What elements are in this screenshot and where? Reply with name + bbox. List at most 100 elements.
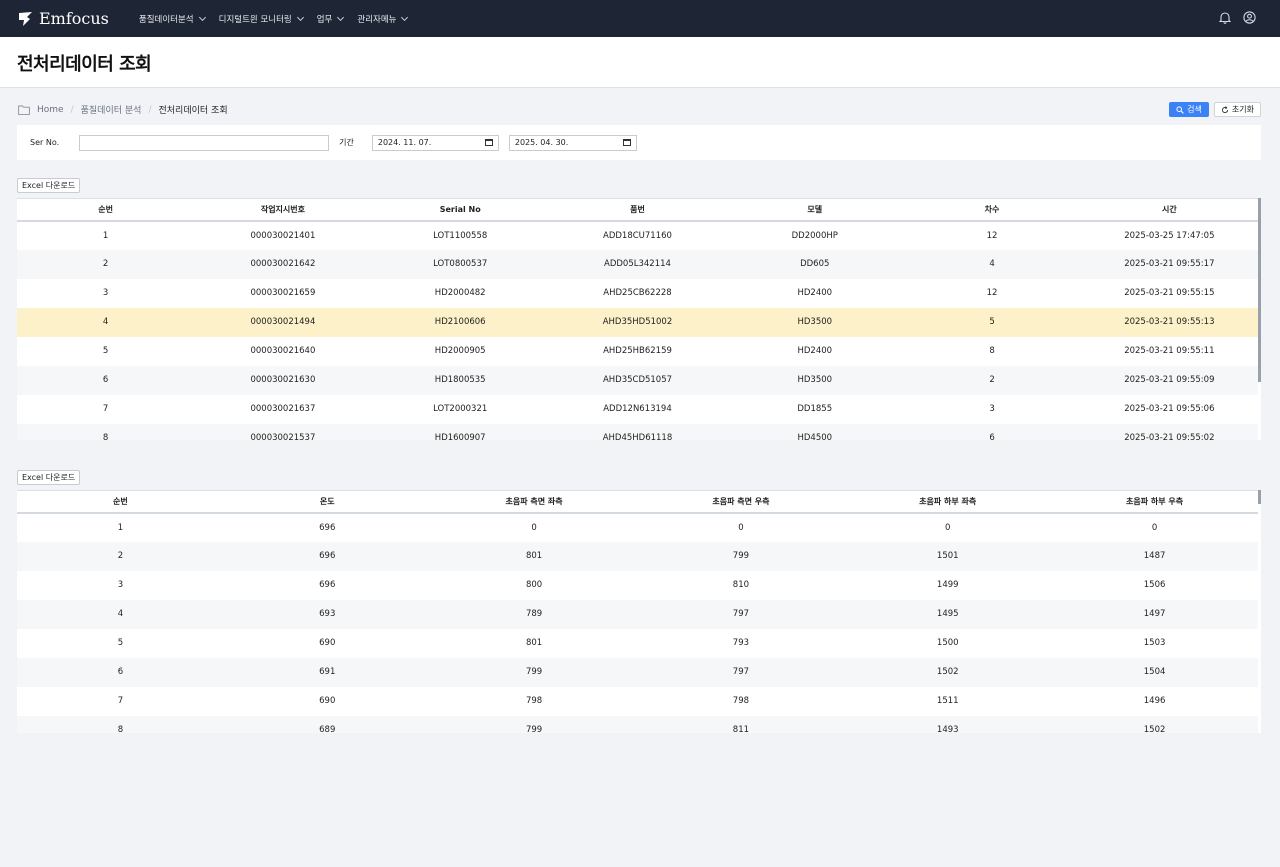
column-header[interactable]: 차수 xyxy=(903,198,1081,222)
table-cell: AHD25CB62228 xyxy=(603,288,672,298)
table-row[interactable]: 4 693 789 797 1495 1497 xyxy=(17,599,1258,629)
table-cell: DD2000HP xyxy=(791,230,838,241)
table-cell: 793 xyxy=(732,638,750,648)
table-row[interactable]: 6 000030021630 HD1800535 AHD35CD51057 HD3500… xyxy=(17,365,1258,395)
table-cell: 811 xyxy=(637,715,845,733)
brand-logo[interactable]: Emfocus xyxy=(17,9,109,28)
refresh-icon xyxy=(1221,105,1228,113)
serno-label: Ser No. xyxy=(30,138,60,147)
table-row[interactable]: 8 000030021537 HD1600907 AHD45HD61118 HD4500… xyxy=(17,423,1258,440)
table-row[interactable]: 7 690 798 798 1511 1496 xyxy=(17,687,1258,716)
breadcrumb-home[interactable]: Home xyxy=(37,105,64,115)
column-header[interactable]: 시간 xyxy=(1080,198,1258,222)
table-row[interactable]: 1 696 0 0 0 0 xyxy=(17,513,1258,542)
table-cell: 6 xyxy=(17,365,195,395)
table-row[interactable]: 5 690 801 793 1500 1503 xyxy=(17,629,1258,658)
table-cell: AHD35HD51002 xyxy=(548,307,727,337)
nav-quality-analysis-label: 품질데이터분석 xyxy=(138,14,194,25)
table-row[interactable]: 2 000030021642 LOT0800537 ADD05L342114 DD605… xyxy=(17,249,1258,279)
table-cell: 800 xyxy=(525,580,543,590)
table-cell: 1499 xyxy=(936,580,959,590)
table-cell: HD2000482 xyxy=(434,288,486,298)
table-row[interactable]: 7 000030021637 LOT2000321 ADD12N613194 DD185… xyxy=(17,395,1258,424)
column-header[interactable]: 순번 xyxy=(17,490,224,514)
table-cell: 3 xyxy=(102,288,109,298)
search-button[interactable]: 검색 xyxy=(1169,102,1209,117)
main-nav: 품질데이터분석 디지털트윈 모니터링 업무 관리자메뉴 xyxy=(138,13,409,25)
user-circle-icon[interactable] xyxy=(1243,11,1256,24)
excel-download-button[interactable]: Excel 다운로드 xyxy=(17,178,81,193)
table-cell: AHD45HD61118 xyxy=(548,423,727,440)
table-cell: 2025-03-21 09:55:13 xyxy=(1080,307,1258,337)
date-from-input[interactable]: 2024. 11. 07. xyxy=(371,134,499,151)
table-cell: AHD35CD51057 xyxy=(548,365,727,395)
table-cell: LOT1100558 xyxy=(433,230,488,241)
table-cell: LOT0800537 xyxy=(371,249,549,279)
nav-admin-label: 관리자메뉴 xyxy=(357,14,397,25)
breadcrumb-separator: / xyxy=(70,104,74,115)
column-header[interactable]: 품번 xyxy=(548,198,727,222)
column-header[interactable]: 온도 xyxy=(223,490,431,514)
breadcrumb-current: 전처리데이터 조회 xyxy=(158,106,228,116)
table-cell: 12 xyxy=(986,230,998,241)
column-header[interactable]: 작업지시번호 xyxy=(194,198,372,222)
chevron-down-icon xyxy=(337,13,345,21)
table-cell: 690 xyxy=(319,638,336,648)
table-cell: 3 xyxy=(117,580,124,590)
table-row[interactable]: 5 000030021640 HD2000905 AHD25HB62159 HD2400… xyxy=(17,337,1258,366)
table-cell: 798 xyxy=(525,696,543,706)
nav-admin[interactable]: 관리자메뉴 xyxy=(357,13,409,25)
column-header[interactable]: 초음파 하부 좌측 xyxy=(844,490,1052,514)
table-cell: 000030021642 xyxy=(194,249,372,279)
table-cell: 6 xyxy=(903,423,1081,440)
table-cell: 0 xyxy=(531,522,537,533)
table-cell: 4 xyxy=(17,599,224,629)
column-header[interactable]: Serial No xyxy=(371,198,549,222)
grid-scrollbar[interactable] xyxy=(1258,490,1261,504)
breadcrumb-separator: / xyxy=(148,104,152,115)
excel-download-button-2[interactable]: Excel 다운로드 xyxy=(17,470,81,485)
reset-button[interactable]: 초기화 xyxy=(1213,102,1261,117)
grid-scrollbar[interactable] xyxy=(1258,198,1261,382)
table-cell: 789 xyxy=(430,599,638,629)
table-cell: 2025-03-21 09:55:02 xyxy=(1080,423,1258,440)
header-icons xyxy=(1219,11,1256,24)
nav-quality-analysis[interactable]: 품질데이터분석 xyxy=(138,13,206,25)
table-row[interactable]: 1 000030021401 LOT1100558 ADD18CU71160 DD200… xyxy=(17,221,1258,250)
calendar-icon[interactable] xyxy=(622,139,631,146)
table-cell: HD3500 xyxy=(726,307,904,337)
table-cell: 696 xyxy=(319,522,336,533)
table-cell: 1495 xyxy=(844,599,1052,629)
table-cell: 000030021630 xyxy=(194,365,372,395)
table-cell: DD605 xyxy=(726,249,904,279)
table-cell: 000030021401 xyxy=(250,230,316,241)
table-row[interactable]: 3 000030021659 HD2000482 AHD25CB62228 HD2400… xyxy=(17,279,1258,308)
table-cell: 691 xyxy=(223,657,431,687)
table-cell: 0 xyxy=(738,522,744,533)
table-row[interactable]: 4 000030021494 HD2100606 AHD35HD51002 HD3500… xyxy=(17,307,1258,337)
date-to-input[interactable]: 2025. 04. 30. xyxy=(508,134,637,151)
column-header[interactable]: 모델 xyxy=(726,198,904,222)
table-cell: 689 xyxy=(223,715,431,733)
table-cell: AHD25HB62159 xyxy=(603,346,672,356)
table-cell: 8 xyxy=(17,423,195,440)
table-row[interactable]: 3 696 800 810 1499 1506 xyxy=(17,571,1258,600)
table-row[interactable]: 6 691 799 797 1502 1504 xyxy=(17,657,1258,687)
nav-digital-twin[interactable]: 디지털트윈 모니터링 xyxy=(219,13,304,25)
table-cell: 8 xyxy=(989,346,995,356)
breadcrumb-section[interactable]: 품질데이터 분석 xyxy=(81,103,142,116)
bell-icon[interactable] xyxy=(1219,11,1231,24)
column-header[interactable]: 초음파 하부 우측 xyxy=(1051,490,1258,514)
column-header[interactable]: 초음파 측면 우측 xyxy=(637,490,845,514)
table-row[interactable]: 2 696 801 799 1501 1487 xyxy=(17,541,1258,571)
calendar-icon[interactable] xyxy=(484,139,493,146)
column-header[interactable]: 순번 xyxy=(17,198,195,222)
table-row[interactable]: 8 689 799 811 1493 1502 xyxy=(17,715,1258,733)
column-header[interactable]: 초음파 측면 좌측 xyxy=(430,490,638,514)
nav-work[interactable]: 업무 xyxy=(317,13,345,25)
table-cell: 12 xyxy=(986,288,998,298)
table-cell: 5 xyxy=(903,307,1081,337)
table-cell: 696 xyxy=(223,541,431,571)
serno-input[interactable] xyxy=(79,134,330,151)
table-cell: 1502 xyxy=(844,657,1052,687)
